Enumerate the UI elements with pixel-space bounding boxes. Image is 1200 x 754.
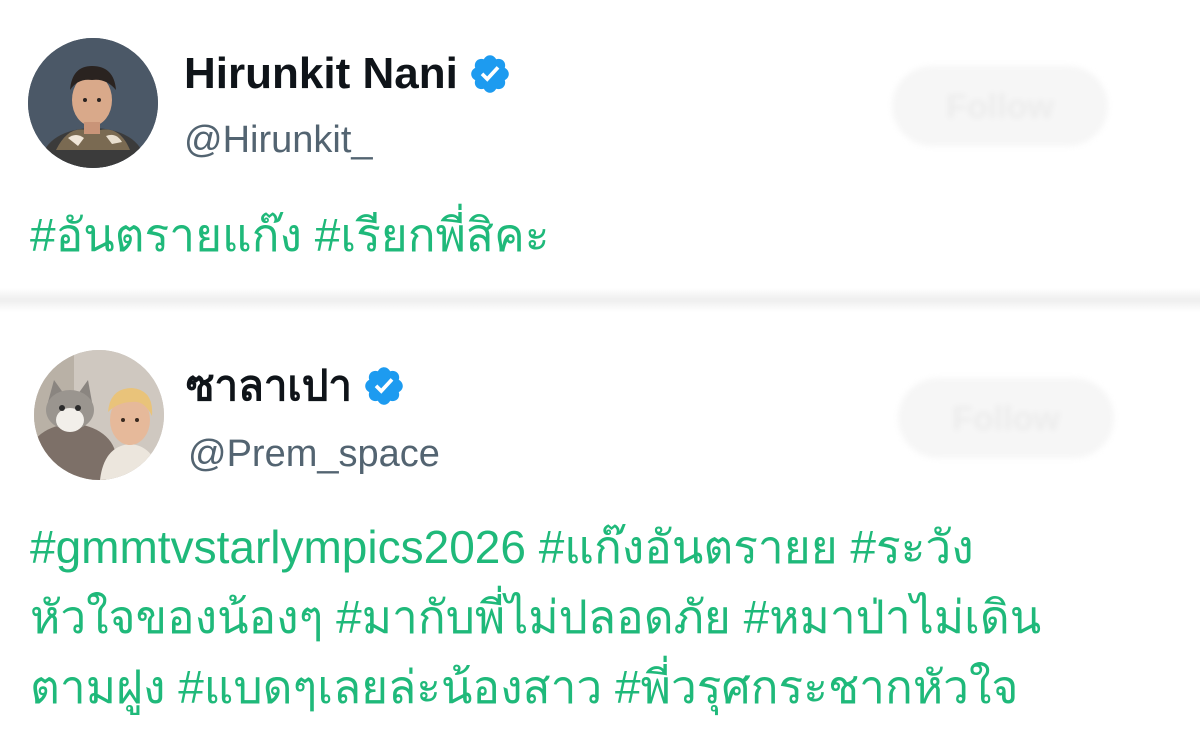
display-name[interactable]: ซาลาเปา [186,360,352,412]
follow-button[interactable]: Follow [898,378,1114,458]
verified-badge-icon[interactable] [362,364,406,408]
avatar-man-with-cat-illustration [34,350,164,480]
hashtag-line[interactable]: #gmmtvstarlympics2026 #แก๊งอันตรายย #ระว… [30,512,1180,582]
tweet-text: #อันตรายแก๊ง #เรียกพี่สิคะ [30,200,1170,270]
hashtag-line[interactable]: #อันตรายแก๊ง #เรียกพี่สิคะ [30,200,1170,270]
avatar-man-illustration [28,38,158,168]
tweet-text: #gmmtvstarlympics2026 #แก๊งอันตรายย #ระว… [30,512,1180,722]
avatar-hirunkit[interactable] [28,38,158,168]
verified-badge-icon[interactable] [468,52,512,96]
handle[interactable]: @Prem_space [188,432,440,476]
name-row: ซาลาเปา [186,360,406,412]
screenshot-page: Hirunkit Nani @Hirunkit_ Follow #อันตราย… [0,0,1200,754]
tweet-divider [0,288,1200,312]
name-row: Hirunkit Nani [184,48,512,100]
avatar-prem[interactable] [34,350,164,480]
follow-button[interactable]: Follow [892,66,1108,146]
tweet-card-hirunkit: Hirunkit Nani @Hirunkit_ Follow #อันตราย… [0,0,1200,288]
handle[interactable]: @Hirunkit_ [184,118,373,162]
hashtag-line[interactable]: ตามฝูง #แบดๆเลยล่ะน้องสาว #พี่วรุศกระชาก… [30,652,1180,722]
hashtag-line[interactable]: หัวใจของน้องๆ #มากับพี่ไม่ปลอดภัย #หมาป่… [30,582,1180,652]
display-name[interactable]: Hirunkit Nani [184,48,458,100]
